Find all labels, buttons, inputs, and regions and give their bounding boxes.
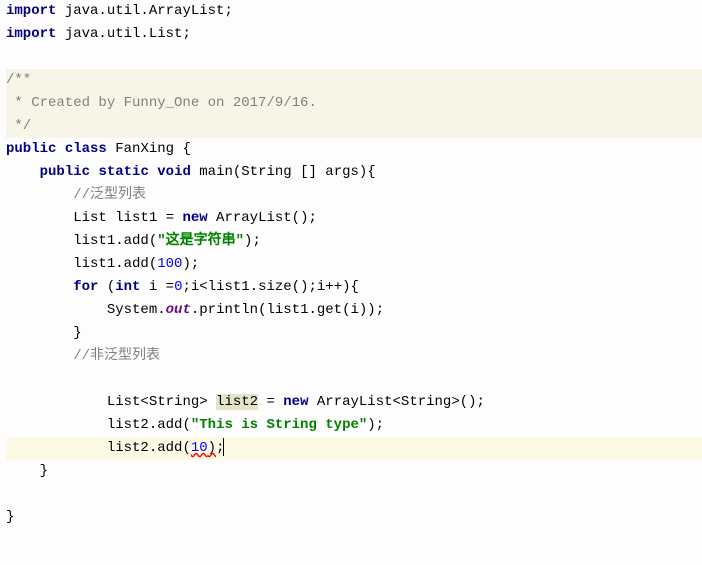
code-line: } <box>6 322 702 345</box>
comment: //非泛型列表 <box>73 348 160 364</box>
static-field-out: out <box>166 302 191 318</box>
keyword-int: int <box>115 279 140 295</box>
code-line: List<String> list2 = new ArrayList<Strin… <box>6 391 702 414</box>
number-literal: 100 <box>157 256 182 272</box>
code-line: for (int i =0;i<list1.size();i++){ <box>6 276 702 299</box>
code-line: List list1 = new ArrayList(); <box>6 207 702 230</box>
keyword-public: public <box>40 164 90 180</box>
keyword-import: import <box>6 3 56 19</box>
variable-highlight: list2 <box>216 394 258 410</box>
code-line: //泛型列表 <box>6 184 702 207</box>
code-line: public class FanXing { <box>6 138 702 161</box>
code-line: } <box>6 460 702 483</box>
code-line: list1.add(100); <box>6 253 702 276</box>
text-cursor <box>223 438 224 456</box>
keyword-public: public <box>6 141 56 157</box>
keyword-class: class <box>65 141 107 157</box>
string-literal: "This is String type" <box>191 417 367 433</box>
comment: //泛型列表 <box>73 187 146 203</box>
string-literal: "这是字符串" <box>157 233 244 249</box>
javadoc-line: /** <box>6 69 702 92</box>
code-line: import java.util.ArrayList; <box>6 0 702 23</box>
code-line: import java.util.List; <box>6 23 702 46</box>
blank-line <box>6 368 702 391</box>
keyword-for: for <box>73 279 98 295</box>
current-line: list2.add(10); <box>6 437 702 460</box>
javadoc-line: */ <box>6 115 702 138</box>
code-line: list1.add("这是字符串"); <box>6 230 702 253</box>
keyword-new: new <box>283 394 308 410</box>
keyword-static: static <box>98 164 148 180</box>
code-line: public static void main(String [] args){ <box>6 161 702 184</box>
code-line: System.out.println(list1.get(i)); <box>6 299 702 322</box>
blank-line <box>6 483 702 506</box>
javadoc-line: * Created by Funny_One on 2017/9/16. <box>6 92 702 115</box>
error-marker: 10 <box>191 440 208 456</box>
code-line: list2.add("This is String type"); <box>6 414 702 437</box>
code-line: //非泛型列表 <box>6 345 702 368</box>
keyword-new: new <box>182 210 207 226</box>
blank-line <box>6 46 702 69</box>
keyword-import: import <box>6 26 56 42</box>
code-editor[interactable]: import java.util.ArrayList; import java.… <box>0 0 702 529</box>
keyword-void: void <box>157 164 191 180</box>
code-line: } <box>6 506 702 529</box>
